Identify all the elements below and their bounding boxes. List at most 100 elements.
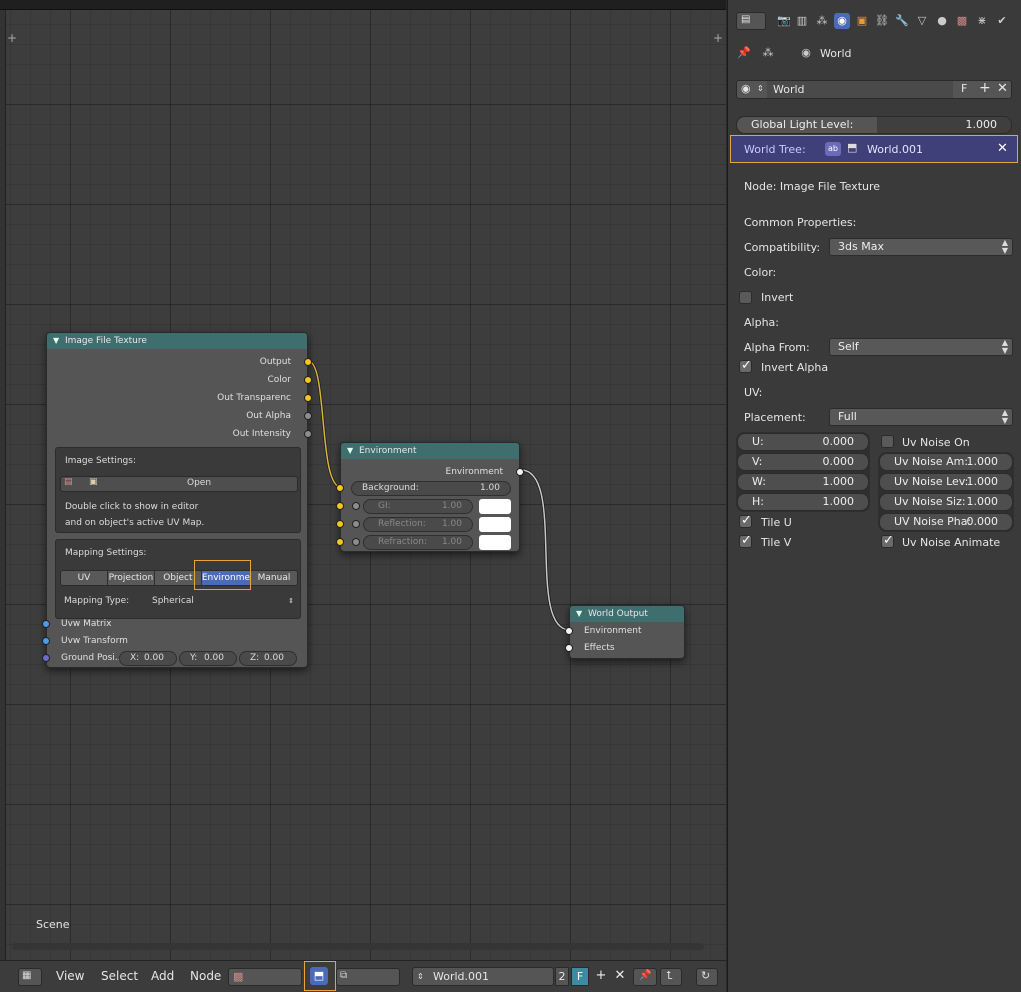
world-output-node[interactable]: ▼ World Output Environment Effects bbox=[565, 605, 685, 659]
collapse-triangle-icon[interactable]: ▼ bbox=[53, 333, 59, 349]
mapping-tab-uv[interactable]: UV bbox=[61, 571, 108, 585]
menu-add[interactable]: Add bbox=[151, 961, 174, 992]
global-light-slider[interactable]: Global Light Level: 1.000 bbox=[736, 116, 1012, 134]
texture-tab-icon[interactable]: ▩ bbox=[954, 13, 970, 29]
node-header[interactable]: ▼ Image File Texture bbox=[47, 333, 307, 349]
browse-arrows-icon[interactable]: ⇕ bbox=[757, 84, 764, 93]
data-tab-icon[interactable]: ▽ bbox=[914, 13, 930, 29]
texture-tree-icon[interactable]: ▩ bbox=[233, 970, 243, 983]
input-socket[interactable] bbox=[336, 484, 344, 492]
output-socket[interactable] bbox=[304, 430, 312, 438]
world-datablock-field[interactable]: ◉ ⇕ World F + ✕ bbox=[736, 80, 1012, 99]
invert-checkbox[interactable] bbox=[739, 291, 752, 304]
input-socket[interactable] bbox=[336, 538, 344, 546]
scene-tab-icon[interactable]: ⁂ bbox=[814, 13, 830, 29]
folder-icon[interactable]: ▣ bbox=[89, 477, 98, 487]
browse-arrows-icon[interactable]: ⇕ bbox=[417, 968, 424, 985]
uv-noise-on-checkbox[interactable] bbox=[881, 435, 894, 448]
placement-dropdown[interactable]: Full ▲ ▼ bbox=[829, 408, 1013, 426]
output-socket[interactable] bbox=[304, 358, 312, 366]
node-header[interactable]: ▼ Environment bbox=[341, 443, 519, 459]
node-tree-browse-icon[interactable]: ab bbox=[825, 142, 841, 156]
world-tree-type-icon[interactable]: ⬒ bbox=[310, 967, 328, 985]
tile-u-checkbox[interactable] bbox=[739, 513, 752, 528]
add-icon[interactable]: + bbox=[979, 80, 991, 96]
output-socket[interactable] bbox=[304, 376, 312, 384]
w-field[interactable]: W: 1.000 bbox=[737, 473, 869, 491]
node-editor-canvas[interactable]: + + ▼ Image File Texture Output Color Ou… bbox=[6, 10, 726, 960]
horizontal-scrollbar[interactable] bbox=[12, 943, 704, 950]
noise-phase-field[interactable]: UV Noise Pha: 0.000 bbox=[879, 513, 1013, 531]
ground-x-field[interactable]: X: 0.00 bbox=[119, 651, 177, 666]
users-count[interactable]: 2 bbox=[555, 967, 569, 986]
tile-v-checkbox[interactable] bbox=[739, 533, 752, 548]
mapping-type-dropdown[interactable]: Spherical ⇕ bbox=[146, 594, 298, 609]
parent-tree-button[interactable]: ⮤ bbox=[660, 968, 682, 986]
output-socket[interactable] bbox=[304, 394, 312, 402]
render-layers-icon[interactable]: ⧉ bbox=[340, 970, 347, 981]
particles-tab-icon[interactable]: ⋇ bbox=[974, 13, 990, 29]
background-field[interactable]: Background: 1.00 bbox=[351, 481, 511, 496]
invert-alpha-checkbox[interactable] bbox=[739, 358, 752, 373]
world-browse-icon[interactable]: ◉ bbox=[741, 82, 751, 95]
pin-icon[interactable]: 📌 bbox=[736, 45, 752, 61]
u-field[interactable]: U: 0.000 bbox=[737, 433, 869, 451]
constraints-tab-icon[interactable]: ⛓ bbox=[874, 13, 890, 29]
alpha-from-dropdown[interactable]: Self ▲ ▼ bbox=[829, 338, 1013, 356]
tree-type-buttons-2[interactable]: ⧉ bbox=[336, 968, 400, 986]
object-tab-icon[interactable]: ▣ bbox=[854, 13, 870, 29]
ground-y-field[interactable]: Y: 0.00 bbox=[179, 651, 237, 666]
environment-node[interactable]: ▼ Environment Environment Background: 1.… bbox=[336, 442, 524, 552]
input-socket[interactable] bbox=[336, 520, 344, 528]
refraction-toggle-icon[interactable] bbox=[352, 538, 360, 546]
gi-color-swatch[interactable] bbox=[479, 499, 511, 514]
fake-user-button[interactable]: F bbox=[571, 967, 589, 986]
close-icon[interactable]: ✕ bbox=[997, 81, 1008, 96]
world-tab-icon[interactable]: ◉ bbox=[834, 13, 850, 29]
refraction-color-swatch[interactable] bbox=[479, 535, 511, 550]
h-field[interactable]: H: 1.000 bbox=[737, 493, 869, 511]
input-socket[interactable] bbox=[42, 654, 50, 662]
editor-type-button[interactable]: ▤ bbox=[736, 12, 766, 30]
material-tab-icon[interactable]: ● bbox=[934, 13, 950, 29]
output-socket[interactable] bbox=[304, 412, 312, 420]
noise-levels-field[interactable]: Uv Noise Lev: 1.000 bbox=[879, 473, 1013, 491]
render-tab-icon[interactable]: 📷 bbox=[776, 13, 792, 29]
collapse-triangle-icon[interactable]: ▼ bbox=[576, 606, 582, 622]
node-header[interactable]: ▼ World Output bbox=[570, 606, 684, 622]
gi-field[interactable]: GI: 1.00 bbox=[363, 499, 473, 514]
mapping-tab-projection[interactable]: Projection bbox=[107, 571, 155, 585]
input-socket[interactable] bbox=[565, 627, 573, 635]
reflection-field[interactable]: Reflection: 1.00 bbox=[363, 517, 473, 532]
reflection-color-swatch[interactable] bbox=[479, 517, 511, 532]
compatibility-dropdown[interactable]: 3ds Max ▲ ▼ bbox=[829, 238, 1013, 256]
noise-size-field[interactable]: Uv Noise Siz: 1.000 bbox=[879, 493, 1013, 511]
output-socket[interactable] bbox=[516, 468, 524, 476]
open-button[interactable]: Open bbox=[187, 478, 211, 488]
tree-type-buttons[interactable]: ▩ bbox=[228, 968, 302, 986]
noise-animate-checkbox[interactable] bbox=[881, 533, 894, 548]
render-layers-tab-icon[interactable]: ▥ bbox=[794, 13, 810, 29]
modifiers-tab-icon[interactable]: 🔧 bbox=[894, 13, 910, 29]
world-name-field[interactable]: ⇕ World.001 bbox=[412, 967, 554, 986]
image-open-field[interactable]: ▤ ▣ Open bbox=[60, 476, 298, 492]
pin-button[interactable]: 📌 bbox=[633, 968, 657, 986]
image-browse-icon[interactable]: ▤ bbox=[64, 477, 73, 487]
menu-select[interactable]: Select bbox=[101, 961, 138, 992]
menu-node[interactable]: Node bbox=[190, 961, 221, 992]
refraction-field[interactable]: Refraction: 1.00 bbox=[363, 535, 473, 550]
reflection-toggle-icon[interactable] bbox=[352, 520, 360, 528]
ground-z-field[interactable]: Z: 0.00 bbox=[239, 651, 297, 666]
menu-view[interactable]: View bbox=[56, 961, 84, 992]
world-name-input[interactable]: World bbox=[767, 81, 953, 98]
mapping-tab-manual[interactable]: Manual bbox=[251, 571, 297, 585]
auto-render-button[interactable]: ↻ bbox=[696, 968, 718, 986]
fake-user-button[interactable]: F bbox=[961, 82, 967, 95]
gi-toggle-icon[interactable] bbox=[352, 502, 360, 510]
close-icon[interactable]: ✕ bbox=[611, 967, 629, 986]
input-socket[interactable] bbox=[336, 502, 344, 510]
input-socket[interactable] bbox=[42, 637, 50, 645]
close-icon[interactable]: ✕ bbox=[997, 141, 1008, 156]
noise-amount-field[interactable]: Uv Noise Am: 1.000 bbox=[879, 453, 1013, 471]
physics-tab-icon[interactable]: ✔ bbox=[994, 13, 1010, 29]
